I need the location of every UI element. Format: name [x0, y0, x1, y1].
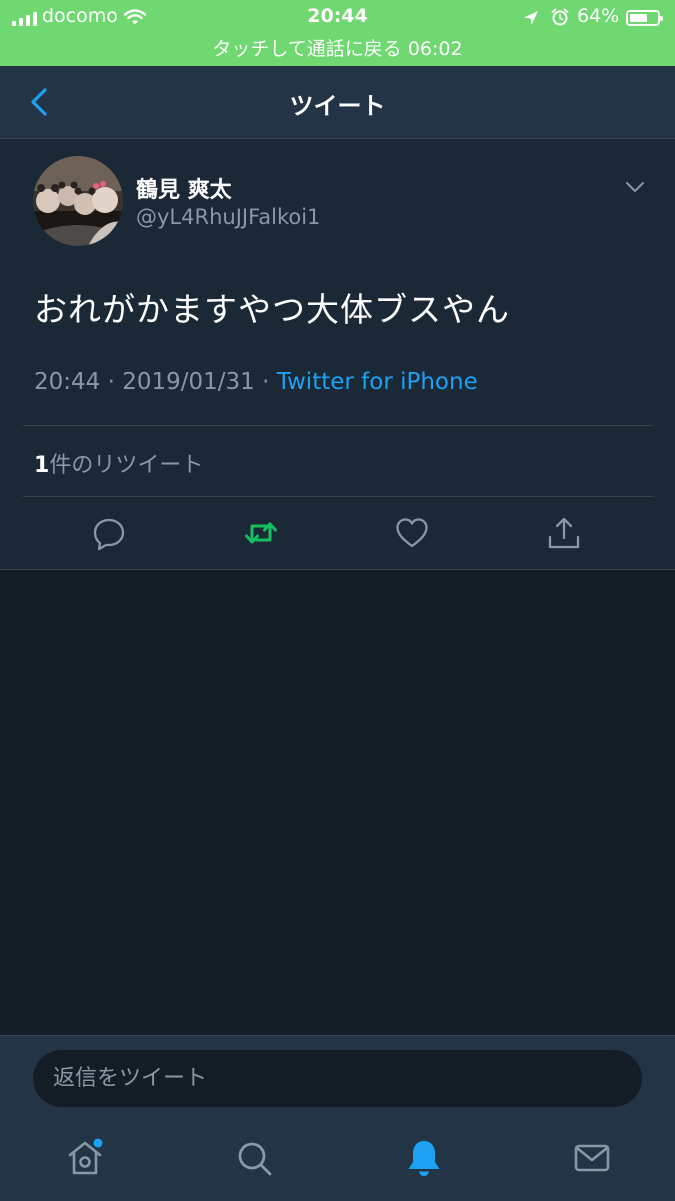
bottom-panel — [0, 1035, 675, 1201]
home-icon[interactable] — [66, 1138, 106, 1178]
author-name[interactable]: 鶴見 爽太 — [136, 172, 232, 204]
divider — [23, 425, 653, 426]
tweet-text: おれがかますやつ大体ブスやん — [34, 290, 510, 329]
avatar[interactable] — [33, 156, 123, 246]
alarm-icon — [551, 8, 569, 26]
tweet-meta: 20:44 · 2019/01/31 · Twitter for iPhone — [34, 369, 478, 395]
share-icon[interactable] — [546, 515, 582, 551]
meta-separator: · — [107, 369, 115, 395]
return-to-call-banner[interactable]: タッチして通話に戻る 06:02 — [0, 34, 675, 61]
tweet-time: 20:44 — [34, 369, 101, 395]
notification-dot — [93, 1138, 103, 1148]
divider — [23, 496, 653, 497]
tweet-detail: 鶴見 爽太 @yL4RhuJJFalkoi1 おれがかますやつ大体ブスやん 20… — [0, 139, 675, 570]
status-bar: docomo 20:44 64% タッチして通話に戻る 06:02 — [0, 0, 675, 66]
retweet-count-number: 1 — [34, 453, 50, 478]
nav-bar: ツイート — [0, 66, 675, 139]
author-handle[interactable]: @yL4RhuJJFalkoi1 — [136, 205, 320, 229]
battery-icon — [626, 10, 663, 26]
search-icon[interactable] — [234, 1138, 274, 1178]
messages-icon[interactable] — [572, 1138, 612, 1178]
reply-input[interactable] — [33, 1050, 642, 1107]
retweet-icon[interactable] — [243, 515, 279, 551]
notifications-icon[interactable] — [404, 1138, 444, 1178]
like-heart-icon[interactable] — [394, 515, 430, 551]
page-title: ツイート — [289, 92, 386, 120]
retweet-count[interactable]: 1件のリツイート — [34, 447, 203, 479]
meta-separator: · — [262, 369, 270, 395]
location-arrow-icon — [524, 11, 538, 25]
tweet-date: 2019/01/31 — [122, 369, 255, 395]
reply-icon[interactable] — [91, 515, 127, 551]
retweet-count-label: 件のリツイート — [49, 453, 204, 478]
tweet-source-link[interactable]: Twitter for iPhone — [277, 369, 478, 395]
battery-percent: 64% — [577, 5, 620, 27]
chevron-down-icon[interactable] — [625, 181, 645, 193]
status-time: 20:44 — [307, 5, 368, 27]
